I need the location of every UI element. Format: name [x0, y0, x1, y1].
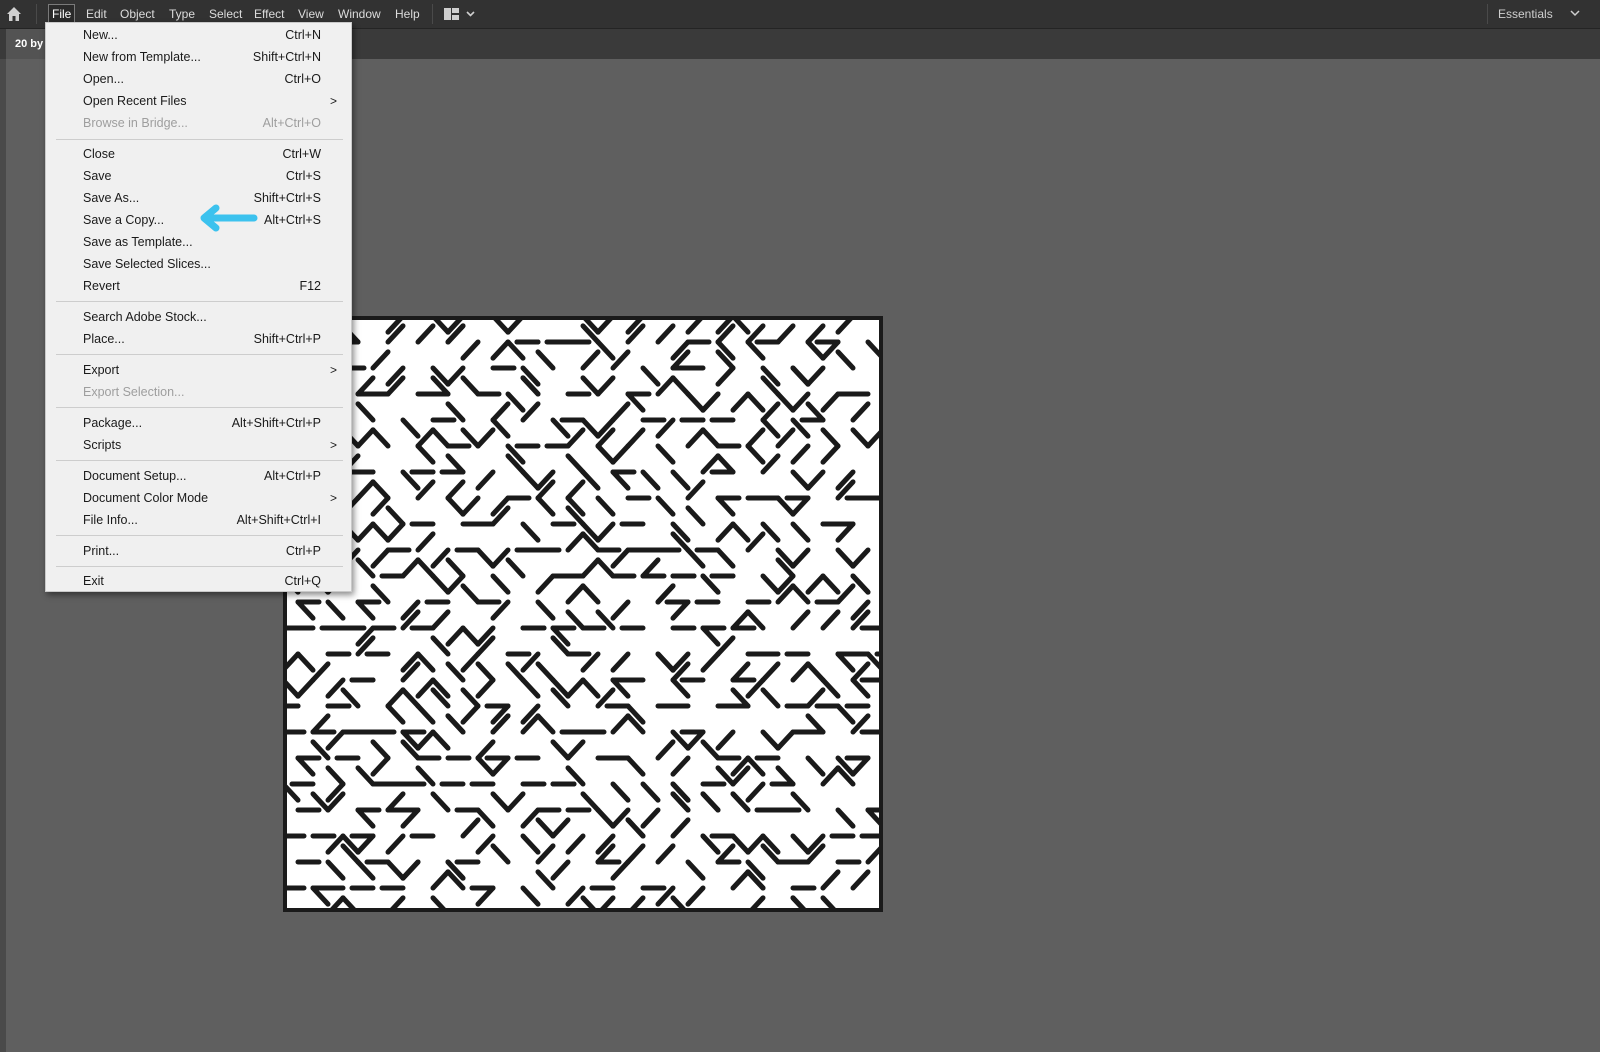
menu-item-close[interactable]: Close Ctrl+W: [46, 144, 351, 165]
menu-item-export-selection: Export Selection...: [83, 385, 185, 399]
menu-effect[interactable]: Effect: [251, 5, 287, 23]
menu-help[interactable]: Help: [392, 5, 423, 23]
menu-separator: [56, 535, 343, 536]
chevron-right-icon: >: [329, 94, 337, 108]
menu-separator: [56, 301, 343, 302]
menu-item-revert[interactable]: Revert F12: [46, 276, 351, 297]
chevron-right-icon: >: [329, 363, 337, 377]
home-icon[interactable]: [5, 5, 23, 23]
menu-item-scripts[interactable]: Scripts >: [46, 435, 351, 456]
menu-item-search-stock[interactable]: Search Adobe Stock...: [46, 307, 351, 328]
menu-select[interactable]: Select: [206, 5, 245, 23]
menu-separator: [56, 139, 343, 140]
menu-type[interactable]: Type: [166, 5, 198, 23]
menu-item-open[interactable]: Open... Ctrl+O: [46, 69, 351, 90]
menu-item-exit[interactable]: Exit Ctrl+Q: [46, 571, 351, 592]
menu-item-save[interactable]: Save Ctrl+S: [46, 166, 351, 187]
maze-artwork: [283, 316, 883, 912]
menu-item-file-info[interactable]: File Info... Alt+Shift+Ctrl+I: [46, 510, 351, 531]
menu-separator: [56, 407, 343, 408]
arrange-documents-icon[interactable]: [442, 6, 478, 22]
menu-item-save-slices[interactable]: Save Selected Slices...: [46, 254, 351, 275]
chevron-down-icon[interactable]: [1570, 9, 1580, 17]
menu-edit[interactable]: Edit: [83, 5, 110, 23]
menu-separator: [56, 354, 343, 355]
menu-file[interactable]: File: [47, 4, 76, 24]
workspace-switcher[interactable]: Essentials: [1498, 5, 1553, 23]
annotation-arrow-icon: [200, 204, 258, 232]
menu-item-new[interactable]: New... Ctrl+N: [46, 25, 351, 46]
menu-item-save-template[interactable]: Save as Template...: [46, 232, 351, 253]
menu-item-export[interactable]: Export >: [46, 360, 351, 381]
menu-item-document-setup[interactable]: Document Setup... Alt+Ctrl+P: [46, 466, 351, 487]
chevron-right-icon: >: [329, 491, 337, 505]
menu-item-document-color-mode[interactable]: Document Color Mode >: [46, 488, 351, 509]
menu-separator: [56, 460, 343, 461]
menu-item-place[interactable]: Place... Shift+Ctrl+P: [46, 329, 351, 350]
menu-item-open-recent[interactable]: Open Recent Files >: [46, 91, 351, 112]
menu-view[interactable]: View: [295, 5, 327, 23]
file-menu-dropdown: New... Ctrl+N New from Template... Shift+C…: [45, 22, 352, 592]
menu-window[interactable]: Window: [335, 5, 384, 23]
menu-item-print[interactable]: Print... Ctrl+P: [46, 541, 351, 562]
menu-object[interactable]: Object: [117, 5, 158, 23]
chevron-right-icon: >: [329, 438, 337, 452]
artboard[interactable]: [283, 316, 883, 912]
menu-item-package[interactable]: Package... Alt+Shift+Ctrl+P: [46, 413, 351, 434]
toolbar-strip: [0, 59, 6, 1052]
menu-item-browse-bridge: Browse in Bridge... Alt+Ctrl+O: [83, 116, 321, 130]
menu-item-new-from-template[interactable]: New from Template... Shift+Ctrl+N: [46, 47, 351, 68]
menu-separator: [56, 566, 343, 567]
